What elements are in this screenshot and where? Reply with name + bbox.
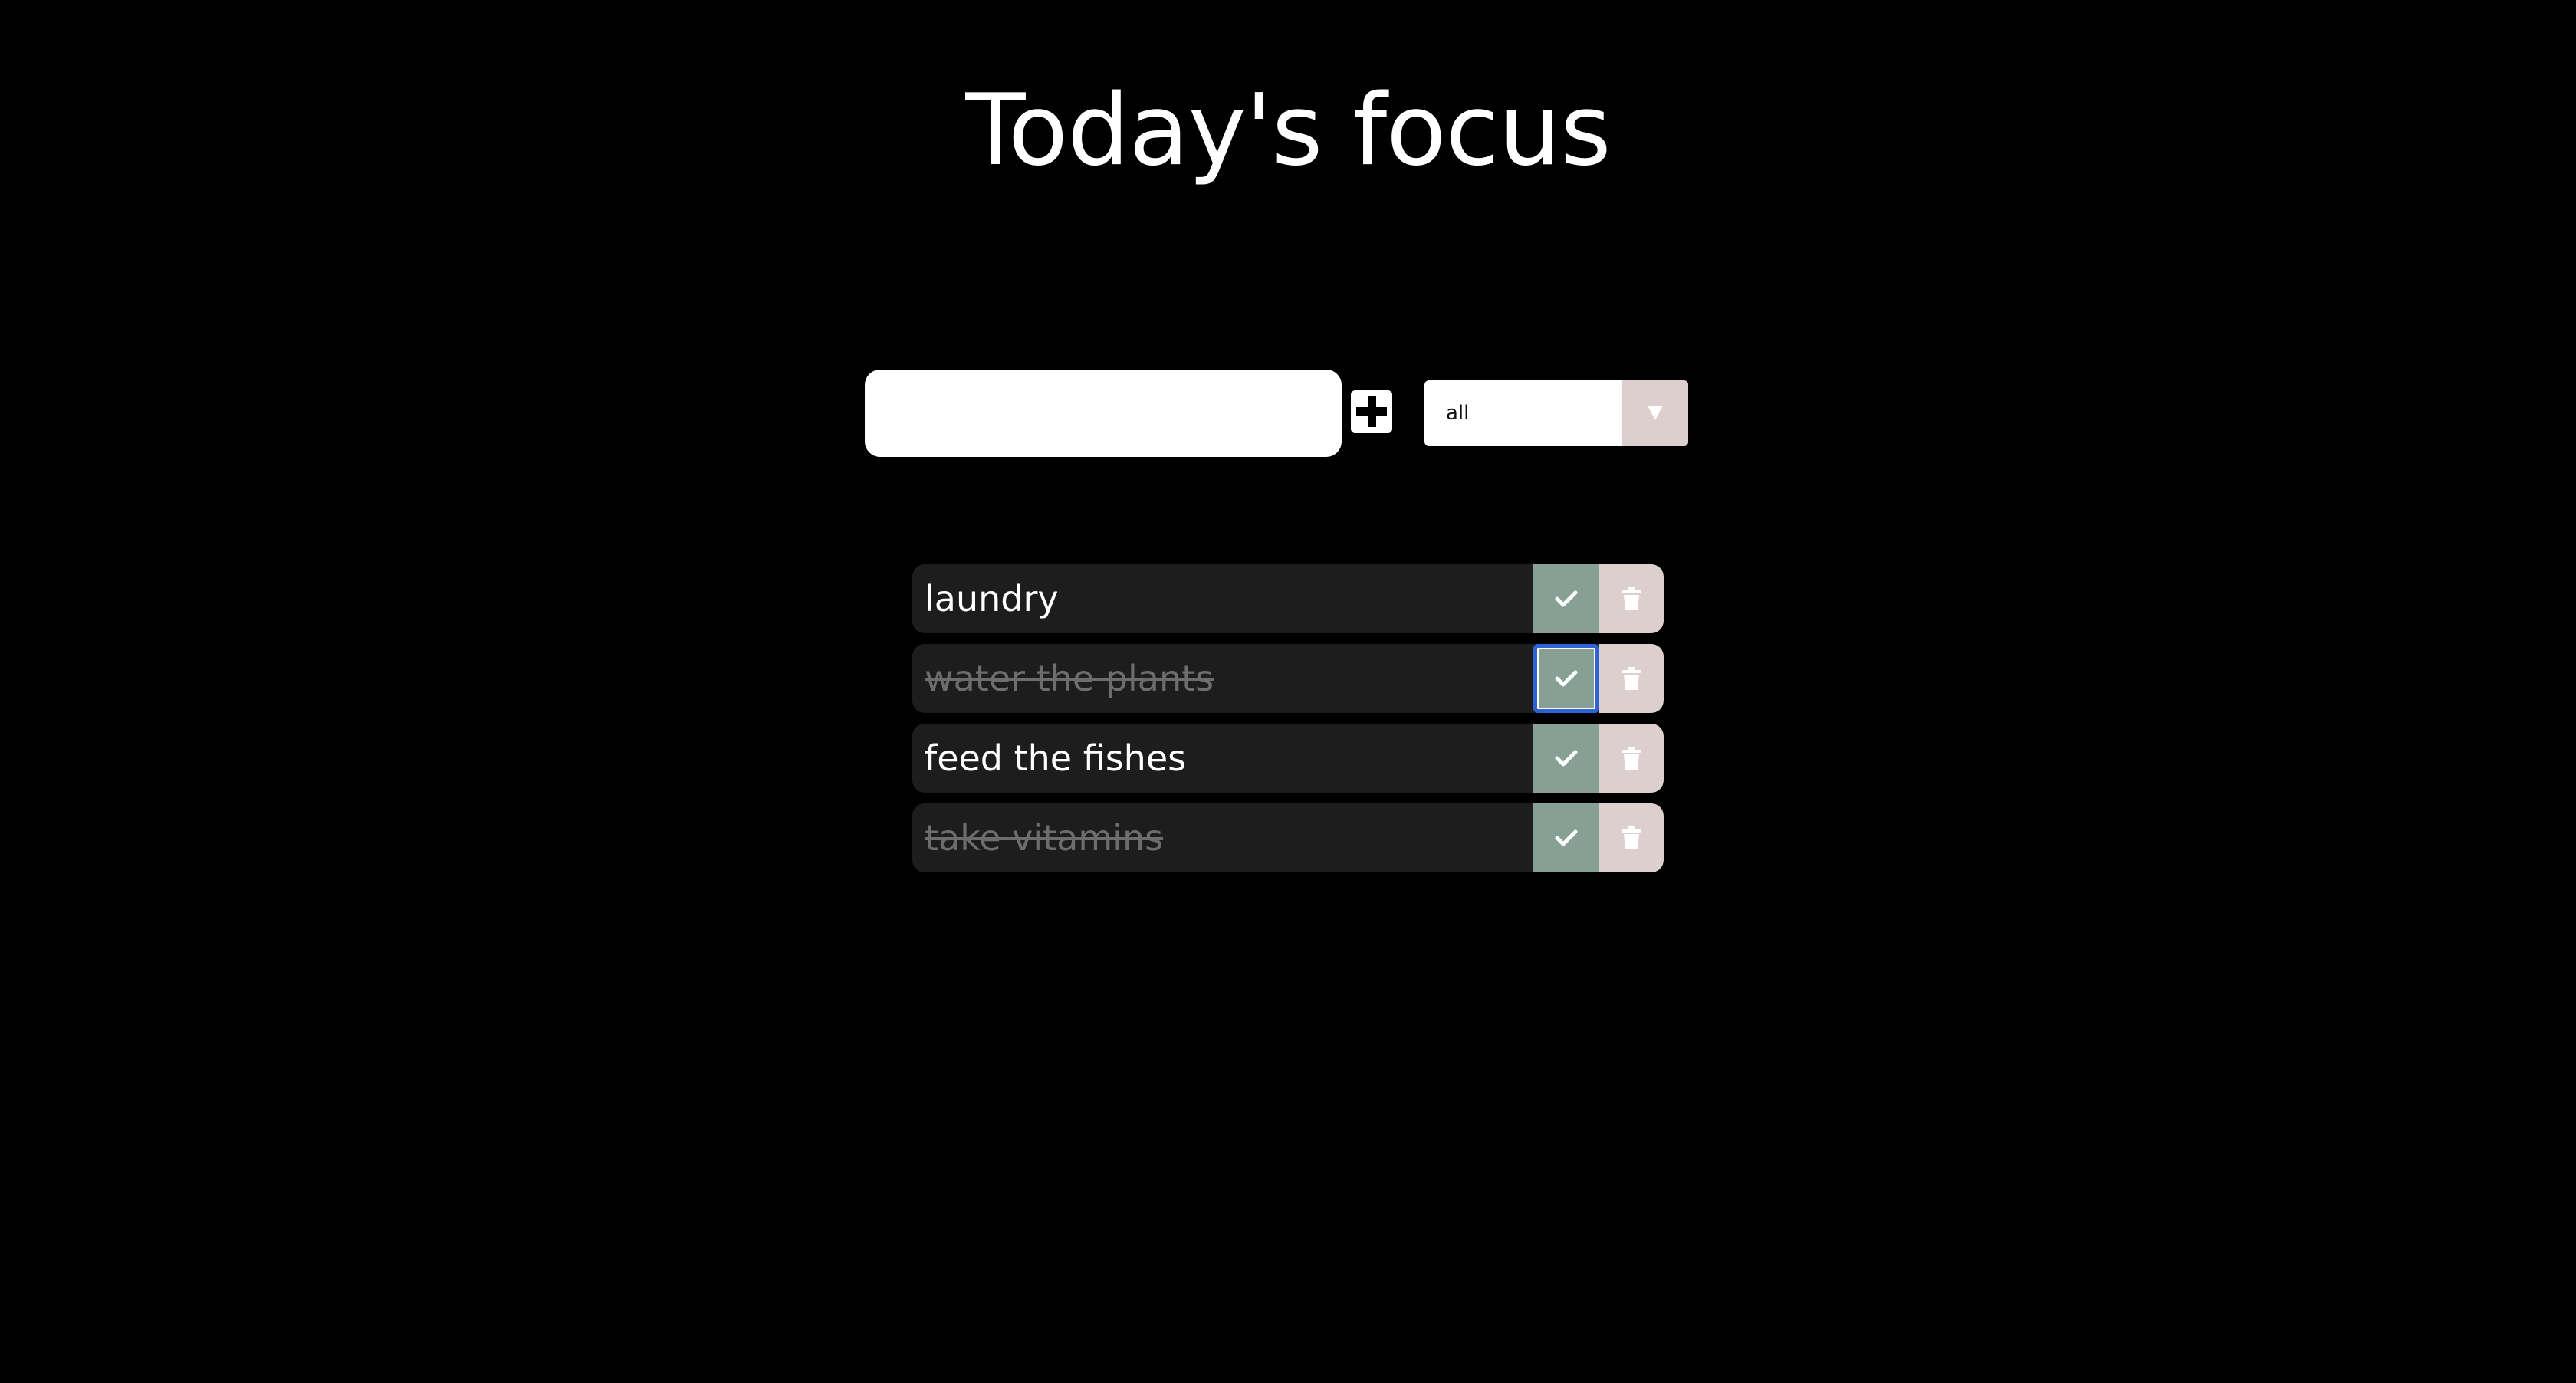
plus-square-icon [1351,390,1392,433]
complete-button[interactable] [1533,724,1599,793]
todo-text: take vitamins [925,817,1164,859]
delete-button[interactable] [1599,564,1664,633]
filter-selected-value: all [1446,402,1470,425]
page: Today's focus all laundry water the plan… [0,0,2576,1383]
add-todo-button[interactable] [1351,390,1392,433]
filter-select[interactable]: all [1424,380,1688,446]
todo-item: water the plants [912,644,1664,713]
todo-item: take vitamins [912,803,1664,872]
complete-button[interactable] [1533,564,1599,633]
dropdown-arrow-icon[interactable] [1622,380,1688,446]
complete-button[interactable] [1533,644,1599,713]
page-title: Today's focus [965,74,1611,188]
todo-text: laundry [925,578,1059,619]
todo-text: feed the fishes [925,737,1187,779]
todo-list: laundry water the plants feed the fishes… [912,564,1664,883]
delete-button[interactable] [1599,644,1664,713]
complete-button[interactable] [1533,803,1599,872]
delete-button[interactable] [1599,803,1664,872]
todo-text: water the plants [925,658,1214,699]
delete-button[interactable] [1599,724,1664,793]
todo-item: laundry [912,564,1664,633]
todo-input[interactable] [865,370,1342,457]
todo-item: feed the fishes [912,724,1664,793]
